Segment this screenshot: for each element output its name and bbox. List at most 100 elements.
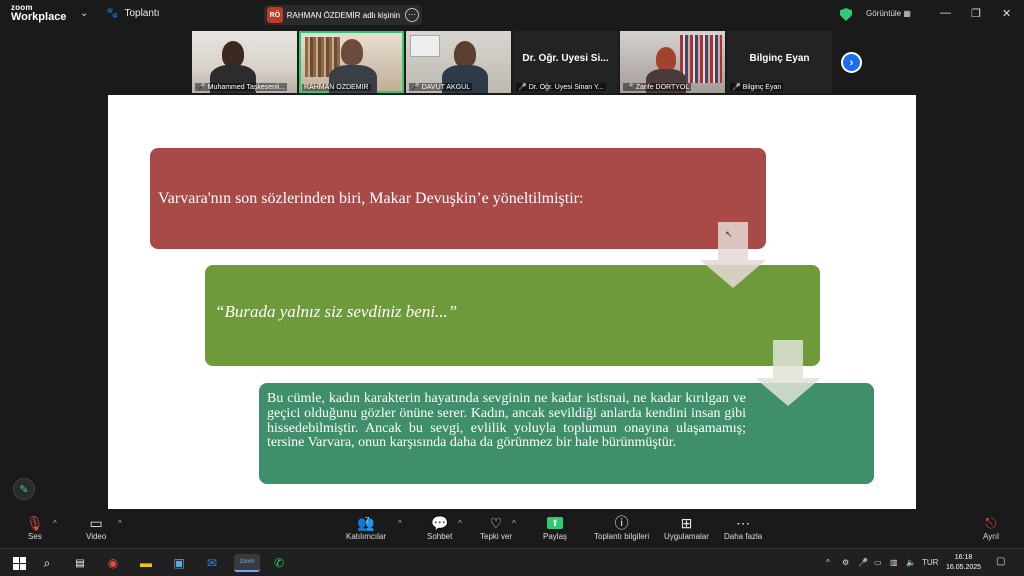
- participant-tile[interactable]: 🎤 Muhammed Taşkesenli...: [192, 31, 297, 93]
- leave-icon: ⎋: [985, 515, 997, 531]
- date: 16.05.2025: [946, 564, 982, 571]
- mic-muted-icon: 🎤: [197, 84, 206, 91]
- participant-video: [222, 41, 244, 67]
- security-shield-icon[interactable]: [840, 8, 852, 21]
- sharer-avatar: RÖ: [267, 7, 283, 23]
- react-options-caret[interactable]: ^: [512, 519, 516, 528]
- participants-button[interactable]: 👥 7 Katılımcılar: [346, 514, 386, 541]
- meeting-label: Toplantı: [124, 8, 160, 19]
- more-button[interactable]: ⋯ Daha fazla: [724, 514, 762, 541]
- task-view-icon[interactable]: ▤: [71, 554, 89, 572]
- volume-icon[interactable]: 🔈: [906, 558, 916, 567]
- react-label: Tepki ver: [480, 532, 513, 541]
- mouse-cursor-icon: ↖: [725, 229, 733, 239]
- share-text: RAHMAN ÖZDEMİR adlı kişinin e: [286, 10, 402, 20]
- meeting-controls: 🎙 Ses ^ ▭ Video ^ 👥 7 Katılımcılar ^ 💬 S…: [0, 510, 1024, 548]
- video-options-caret[interactable]: ^: [118, 519, 122, 528]
- battery-icon[interactable]: ▭: [874, 558, 882, 567]
- participant-tile[interactable]: 🎤 Zarife DÖRTYOL: [620, 31, 725, 93]
- leave-button[interactable]: ⎋ Ayrıl: [983, 514, 999, 541]
- participant-tile-active[interactable]: RAHMAN ÖZDEMİR: [299, 31, 404, 93]
- slide-box-3-text: Bu cümle, kadın karakterin hayatında sev…: [267, 391, 746, 451]
- mic-muted-icon: 🎤: [625, 84, 634, 91]
- wall-board: [410, 35, 440, 57]
- chat-button[interactable]: 💬 Sohbet: [427, 514, 452, 541]
- mic-muted-icon: 🎤: [518, 84, 527, 91]
- audio-button[interactable]: 🎙 Ses: [26, 514, 44, 541]
- audio-options-caret[interactable]: ^: [53, 519, 57, 528]
- chrome-icon[interactable]: ◉: [104, 554, 122, 572]
- participant-tile[interactable]: Bilginç Eyan 🎤 Bilginç Eyan: [727, 31, 832, 93]
- participant-count: 7: [365, 516, 370, 525]
- apps-button[interactable]: ⊞ Uygulamalar: [664, 514, 709, 541]
- meeting-info-button[interactable]: ⓘ Toplantı bilgileri: [594, 514, 649, 541]
- participant-tile[interactable]: 🎤 DAVUT AKGÜL: [406, 31, 511, 93]
- clock[interactable]: 16:18 16.05.2025: [946, 553, 981, 573]
- whatsapp-icon[interactable]: ✆: [270, 554, 288, 572]
- notifications-icon[interactable]: ▢: [996, 556, 1005, 567]
- info-label: Toplantı bilgileri: [594, 532, 650, 541]
- participant-strip: 🎤 Muhammed Taşkesenli... RAHMAN ÖZDEMİR 🎤…: [192, 31, 832, 93]
- participant-name: 🎤 Muhammed Taşkesenli...: [195, 83, 288, 91]
- view-label: Görüntüle: [866, 9, 902, 18]
- chat-options-caret[interactable]: ^: [458, 519, 462, 528]
- tray-app-icon[interactable]: ⚙: [842, 558, 849, 567]
- participant-name: 🎤 DAVUT AKGÜL: [409, 83, 473, 91]
- grid-icon: ▦: [903, 9, 911, 18]
- participants-options-caret[interactable]: ^: [398, 519, 402, 528]
- view-button[interactable]: Görüntüle ▦: [866, 9, 911, 18]
- share-screen-icon: ⬆: [547, 517, 563, 529]
- chevron-down-icon[interactable]: ⌄: [80, 8, 88, 19]
- apps-label: Uygulamalar: [664, 532, 709, 541]
- network-icon[interactable]: ▥: [890, 558, 898, 567]
- bookshelf: [680, 35, 722, 83]
- store-icon[interactable]: ▣: [170, 554, 188, 572]
- mic-muted-icon: 🎤: [411, 84, 420, 91]
- share-label: Paylaş: [543, 532, 568, 541]
- shared-screen-slide: Varvara'nın son sözlerinden biri, Makar …: [108, 95, 916, 509]
- leave-label: Ayrıl: [983, 532, 999, 541]
- tray-chevron-icon[interactable]: ^: [826, 558, 830, 567]
- chat-label: Sohbet: [427, 532, 453, 541]
- time: 16:18: [954, 554, 973, 561]
- screen-share-indicator[interactable]: RÖ RAHMAN ÖZDEMİR adlı kişinin e ⋯: [264, 5, 422, 25]
- more-icon: ⋯: [736, 515, 751, 531]
- react-button[interactable]: ♡ Tepki ver: [480, 514, 512, 541]
- participant-name: 🎤 Zarife DÖRTYOL: [623, 83, 692, 91]
- share-button[interactable]: ⬆ Paylaş: [543, 514, 567, 541]
- participant-name: 🎤 Bilginç Eyan: [730, 83, 784, 91]
- next-page-button[interactable]: ›: [841, 52, 862, 73]
- mic-muted-icon: 🎙: [26, 515, 44, 531]
- close-button[interactable]: ✕: [1002, 7, 1011, 20]
- chevron-right-icon: ›: [849, 56, 854, 69]
- zoom-workplace-logo: zoom Workplace: [11, 4, 66, 23]
- restore-button[interactable]: ❐: [971, 7, 981, 20]
- video-label: Video: [86, 532, 107, 541]
- annotate-pen-icon[interactable]: ✎: [13, 478, 35, 500]
- participant-name: 🎤 Dr. Öğr. Üyesi Sinan Y...: [516, 83, 606, 91]
- video-button[interactable]: ▭ Video: [86, 514, 106, 541]
- tray-mic-icon[interactable]: 🎤: [858, 558, 868, 567]
- heart-icon: ♡: [489, 515, 503, 531]
- more-label: Daha fazla: [724, 532, 763, 541]
- title-bar: zoom Workplace ⌄ 🐾 Toplantı RÖ RAHMAN ÖZ…: [0, 0, 1024, 30]
- participant-video: [656, 47, 676, 71]
- search-icon[interactable]: ⌕: [38, 554, 56, 572]
- file-explorer-icon[interactable]: ▬: [137, 554, 155, 572]
- participant-bigname: Bilginç Eyan: [749, 53, 810, 64]
- participant-tile[interactable]: Dr. Öğr. Üyesi Si... 🎤 Dr. Öğr. Üyesi Sin…: [513, 31, 618, 93]
- down-arrow-icon: [755, 340, 821, 406]
- camera-icon: ▭: [89, 515, 103, 531]
- minimize-button[interactable]: —: [940, 7, 951, 19]
- participant-video: [341, 39, 363, 65]
- meeting-menu[interactable]: 🐾 Toplantı: [106, 8, 159, 19]
- outlook-icon[interactable]: ✉: [203, 554, 221, 572]
- slide-box-1: Varvara'nın son sözlerinden biri, Makar …: [150, 148, 766, 249]
- language-indicator[interactable]: TUR: [922, 558, 938, 567]
- participant-video: [454, 41, 476, 67]
- participant-bigname: Dr. Öğr. Üyesi Si...: [522, 53, 609, 64]
- participants-label: Katılımcılar: [346, 532, 387, 541]
- zoom-taskbar-icon[interactable]: zoom: [234, 554, 260, 572]
- windows-start-icon[interactable]: [10, 554, 28, 572]
- more-options-icon[interactable]: ⋯: [405, 8, 419, 22]
